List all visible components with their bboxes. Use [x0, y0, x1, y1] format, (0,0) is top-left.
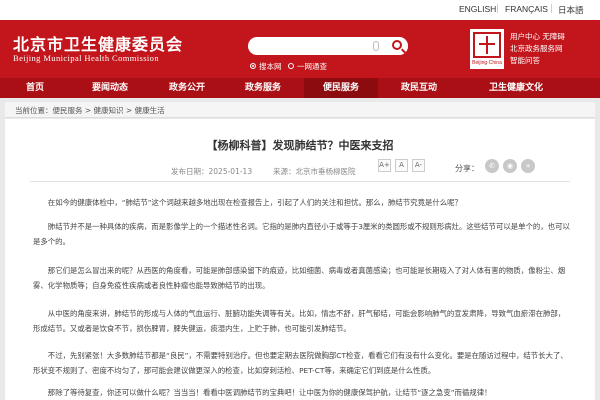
article-paragraph: 那除了等待复查，你还可以做什么呢？当当当！看看中医调肺结节的宝典吧！让中医为你的…: [47, 388, 492, 397]
search-input[interactable]: [256, 39, 366, 53]
article-paragraph: 肺结节并不是一种具体的疾病，而是影像学上的一个描述性名词。它指的是肺内直径小于或…: [33, 222, 570, 246]
font-normal-button[interactable]: A: [395, 159, 408, 172]
lang-french[interactable]: FRANÇAIS: [505, 4, 548, 14]
title-divider: [30, 181, 570, 182]
breadcrumb-text[interactable]: 当前位置：便民服务 > 健康知识 > 健康生活: [15, 105, 165, 116]
lang-english[interactable]: ENGLISH: [459, 4, 496, 14]
scope-site-label: 搜本网: [259, 62, 282, 71]
user-center-accessibility-link[interactable]: 用户中心 无障碍: [510, 31, 565, 42]
search-button[interactable]: [388, 37, 408, 55]
site-name-en: Beijing Municipal Health Commission: [13, 53, 159, 63]
article-source: 来源：北京市垂杨柳医院: [273, 167, 356, 176]
scope-all-radio[interactable]: [288, 63, 294, 69]
nav-convenience-services[interactable]: 便民服务: [304, 78, 378, 98]
scope-site-radio[interactable]: [250, 63, 256, 69]
search-box: [248, 37, 408, 55]
main-nav: 首页 要闻动态 政务公开 政务服务 便民服务 政民互动 卫生健康文化: [0, 78, 600, 98]
beijing-gov-service-link[interactable]: 北京政务服务网: [510, 43, 563, 54]
language-bar: ENGLISH | FRANÇAIS | 日本語: [0, 0, 600, 20]
logo-caption: Beijing·China: [472, 60, 502, 66]
wechat-icon[interactable]: ✆: [485, 159, 499, 173]
nav-gov-affairs[interactable]: 政务公开: [152, 78, 222, 98]
nav-health-culture[interactable]: 卫生健康文化: [466, 78, 566, 98]
capital-logo-icon: [473, 32, 501, 58]
publish-date: 发布日期：2025-01-13: [171, 167, 253, 176]
lang-separator: |: [550, 4, 553, 14]
beijing-logo[interactable]: Beijing·China: [470, 29, 504, 69]
share-label: 分享：: [455, 164, 479, 173]
smart-qa-link[interactable]: 智能问答: [510, 55, 540, 66]
article-paragraph: 从中医的角度来讲，肺结节的形成与人体的气血运行、脏腑功能失调等有关。比如，情志不…: [33, 309, 566, 333]
font-increase-button[interactable]: A+: [378, 159, 391, 172]
article: 【杨柳科普】发现肺结节？中医来支招 发布日期：2025-01-13 来源：北京市…: [5, 119, 595, 400]
nav-home[interactable]: 首页: [10, 78, 60, 98]
search-icon: [392, 40, 402, 50]
article-paragraph: 那它们是怎么冒出来的呢？从西医的角度看，可能是肺部感染留下的痕迹，比如细菌、病毒…: [33, 266, 566, 290]
article-title: 【杨柳科普】发现肺结节？中医来支招: [206, 139, 394, 152]
more-share-icon[interactable]: +: [521, 159, 535, 173]
scope-all-label: 一网通查: [297, 62, 327, 71]
font-decrease-button[interactable]: A-: [412, 159, 425, 172]
nav-gov-services[interactable]: 政务服务: [228, 78, 298, 98]
site-name[interactable]: 北京市卫生健康委员会: [13, 31, 183, 55]
nav-interaction[interactable]: 政民互动: [383, 78, 455, 98]
lang-japanese[interactable]: 日本語: [558, 4, 584, 16]
microphone-icon[interactable]: [373, 41, 379, 51]
article-paragraph: 不过，先别紧张！大多数肺结节都是“良民”，不需要特别治疗。但也要定期去医院做胸部…: [33, 351, 568, 375]
weibo-icon[interactable]: ◉: [503, 159, 517, 173]
site-header: 北京市卫生健康委员会 Beijing Municipal Health Comm…: [0, 20, 600, 78]
article-paragraph: 在如今的健康体检中，“肺结节”这个词越来越多地出现在检查报告上，引起了人们的关注…: [47, 198, 462, 207]
breadcrumb: 当前位置：便民服务 > 健康知识 > 健康生活: [5, 102, 595, 118]
lang-separator: |: [496, 4, 499, 14]
nav-news[interactable]: 要闻动态: [75, 78, 145, 98]
